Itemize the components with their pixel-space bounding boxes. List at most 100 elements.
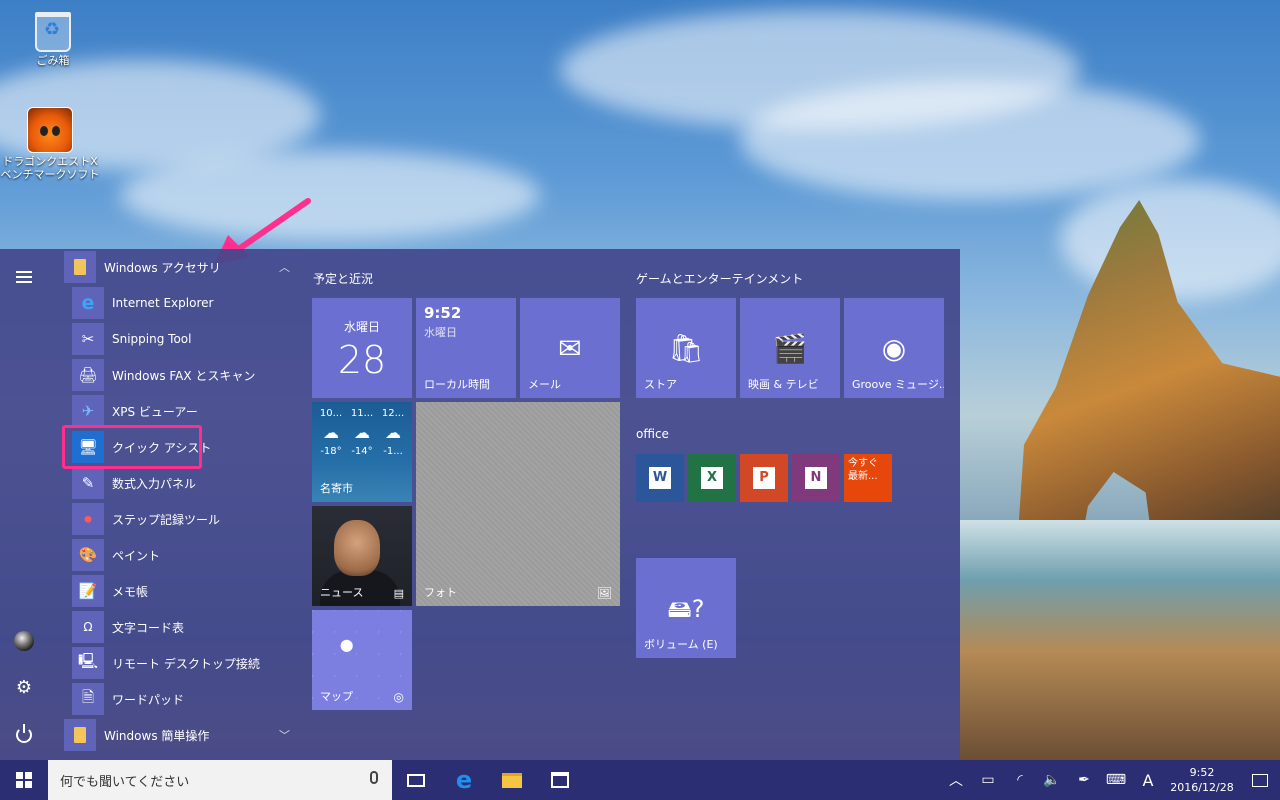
action-center-button[interactable] xyxy=(1240,760,1280,800)
tile-mail[interactable]: ✉ メール xyxy=(520,298,620,398)
tile-volume-e[interactable]: 🖴? ボリューム (E) xyxy=(636,558,736,658)
app-item-paint[interactable]: 🎨 ペイント xyxy=(72,538,296,572)
tile-get-office[interactable]: 今すぐ 最新... xyxy=(844,454,892,502)
internet-explorer-icon: e xyxy=(72,287,104,319)
app-label: ペイント xyxy=(112,548,161,563)
store-icon xyxy=(551,772,569,788)
app-item-quick-assist[interactable]: 🖥 クイック アシスト xyxy=(72,430,296,464)
recycle-bin-icon xyxy=(35,12,71,52)
app-label: ステップ記録ツール xyxy=(112,512,221,527)
tile-local-time[interactable]: 9:52 水曜日 ローカル時間 xyxy=(416,298,516,398)
app-item-math-input-panel[interactable]: ✎ 数式入力パネル xyxy=(72,466,296,500)
ime-mode-button[interactable]: A xyxy=(1132,771,1164,790)
taskbar: 何でも聞いてください e ︿ ▭ ◜ 🔈 ✒ ⌨ A 9:52 2016/12/… xyxy=(0,760,1280,800)
tile-store[interactable]: 🛍 ストア xyxy=(636,298,736,398)
math-input-icon: ✎ xyxy=(72,467,104,499)
start-rail: ⚙ xyxy=(0,249,48,760)
pen-workspace-button[interactable]: ✒ xyxy=(1068,772,1100,788)
image-icon: 🖼 xyxy=(596,586,612,600)
app-item-remote-desktop[interactable]: 🖳 リモート デスクトップ接続 xyxy=(72,646,296,680)
start-button[interactable] xyxy=(0,760,48,800)
wordpad-icon: 🗎 xyxy=(72,683,104,715)
taskbar-file-explorer-button[interactable] xyxy=(488,760,536,800)
weather-time: 11... xyxy=(350,408,374,419)
edge-icon: e xyxy=(455,766,473,794)
calendar-day: 水曜日 xyxy=(343,320,380,334)
search-placeholder: 何でも聞いてください xyxy=(60,774,190,790)
show-hidden-icons-button[interactable]: ︿ xyxy=(940,770,972,790)
taskbar-date: 2016/12/28 xyxy=(1170,781,1234,794)
excel-icon: X xyxy=(701,467,723,489)
taskbar-store-button[interactable] xyxy=(536,760,584,800)
folder-icon xyxy=(502,772,522,788)
tile-maps[interactable]: ⬤ マップ ◎ xyxy=(312,610,412,710)
user-account-button[interactable] xyxy=(0,621,48,661)
tile-label: ニュース xyxy=(320,586,364,599)
tile-groove-music[interactable]: ◉ Groove ミュージ... xyxy=(844,298,944,398)
tile-label: マップ xyxy=(320,690,353,703)
taskbar-edge-button[interactable]: e xyxy=(440,760,488,800)
folder-icon xyxy=(64,719,96,751)
calendar-date: 28 xyxy=(337,338,387,382)
tile-label: Groove ミュージ... xyxy=(852,378,944,391)
drive-question-icon: 🖴? xyxy=(667,595,705,623)
app-item-notepad[interactable]: 📝 メモ帳 xyxy=(72,574,296,608)
onenote-icon: N xyxy=(805,467,827,489)
power-button[interactable] xyxy=(0,715,48,755)
app-label: XPS ビューアー xyxy=(112,404,198,419)
chevron-up-icon: ︿ xyxy=(949,773,963,789)
folder-label: Windows アクセサリ xyxy=(104,260,221,275)
desktop-cloud xyxy=(120,150,540,240)
folder-windows-ease-of-access[interactable]: Windows 簡単操作 ﹀ xyxy=(64,717,296,753)
app-item-windows-fax-scan[interactable]: 🖨 Windows FAX とスキャン xyxy=(72,358,296,392)
tile-group-title-planning: 予定と近況 xyxy=(313,272,374,286)
clock-day: 水曜日 xyxy=(424,326,457,339)
notification-icon xyxy=(1252,773,1268,787)
app-label: Snipping Tool xyxy=(112,332,192,346)
character-map-icon: Ω xyxy=(72,611,104,643)
desktop-cloud xyxy=(740,80,1200,200)
desktop-icon-label: ごみ箱 xyxy=(36,54,70,67)
battery-button[interactable]: ▭ xyxy=(972,772,1004,788)
cortana-search-box[interactable]: 何でも聞いてください xyxy=(48,760,392,800)
weather-column: 12... ☁ -1... xyxy=(378,408,408,457)
weather-column: 11... ☁ -14° xyxy=(347,408,377,457)
tile-powerpoint[interactable]: P xyxy=(740,454,788,502)
tile-weather[interactable]: 10... ☁ -18° 11... ☁ -14° 12... ☁ -1... … xyxy=(312,402,412,502)
app-item-internet-explorer[interactable]: e Internet Explorer xyxy=(72,286,296,320)
app-item-steps-recorder[interactable]: ⏺ ステップ記録ツール xyxy=(72,502,296,536)
touch-keyboard-button[interactable]: ⌨ xyxy=(1100,772,1132,788)
quick-assist-icon: 🖥 xyxy=(72,431,104,463)
desktop-icon-dragon-quest-benchmark[interactable]: ドラゴンクエストX ベンチマークソフト xyxy=(0,107,100,181)
app-item-snipping-tool[interactable]: ✂ Snipping Tool xyxy=(72,322,296,356)
tile-label: 名寄市 xyxy=(320,482,353,495)
tile-word[interactable]: W xyxy=(636,454,684,502)
power-icon xyxy=(16,724,32,743)
desktop-icon-recycle-bin[interactable]: ごみ箱 xyxy=(3,12,103,67)
app-item-xps-viewer[interactable]: ✈ XPS ビューアー xyxy=(72,394,296,428)
clock-time: 9:52 xyxy=(424,304,462,322)
tile-label: メール xyxy=(528,378,561,391)
folder-windows-accessories[interactable]: Windows アクセサリ ︿ xyxy=(64,249,296,285)
steps-recorder-icon: ⏺ xyxy=(72,503,104,535)
tile-onenote[interactable]: N xyxy=(792,454,840,502)
network-button[interactable]: ◜ xyxy=(1004,772,1036,788)
tile-news[interactable]: ニュース ▤ xyxy=(312,506,412,606)
tile-group-title-office: office xyxy=(636,427,669,441)
app-item-wordpad[interactable]: 🗎 ワードパッド xyxy=(72,682,296,716)
tile-label: ボリューム (E) xyxy=(644,638,718,651)
volume-button[interactable]: 🔈 xyxy=(1036,772,1068,788)
shopping-bag-icon: 🛍 xyxy=(668,332,704,365)
wifi-icon: ◜ xyxy=(1017,772,1023,788)
clock-button[interactable]: 9:52 2016/12/28 xyxy=(1164,765,1240,795)
expand-menu-button[interactable] xyxy=(0,257,48,297)
news-photo xyxy=(334,520,380,576)
tile-photos[interactable]: フォト 🖼 xyxy=(416,402,620,606)
microphone-icon[interactable] xyxy=(370,771,378,784)
tile-calendar[interactable]: 水曜日 28 xyxy=(312,298,412,398)
tile-movies-tv[interactable]: 🎬 映画 & テレビ xyxy=(740,298,840,398)
app-item-character-map[interactable]: Ω 文字コード表 xyxy=(72,610,296,644)
tile-excel[interactable]: X xyxy=(688,454,736,502)
task-view-button[interactable] xyxy=(392,760,440,800)
settings-button[interactable]: ⚙ xyxy=(0,667,48,707)
